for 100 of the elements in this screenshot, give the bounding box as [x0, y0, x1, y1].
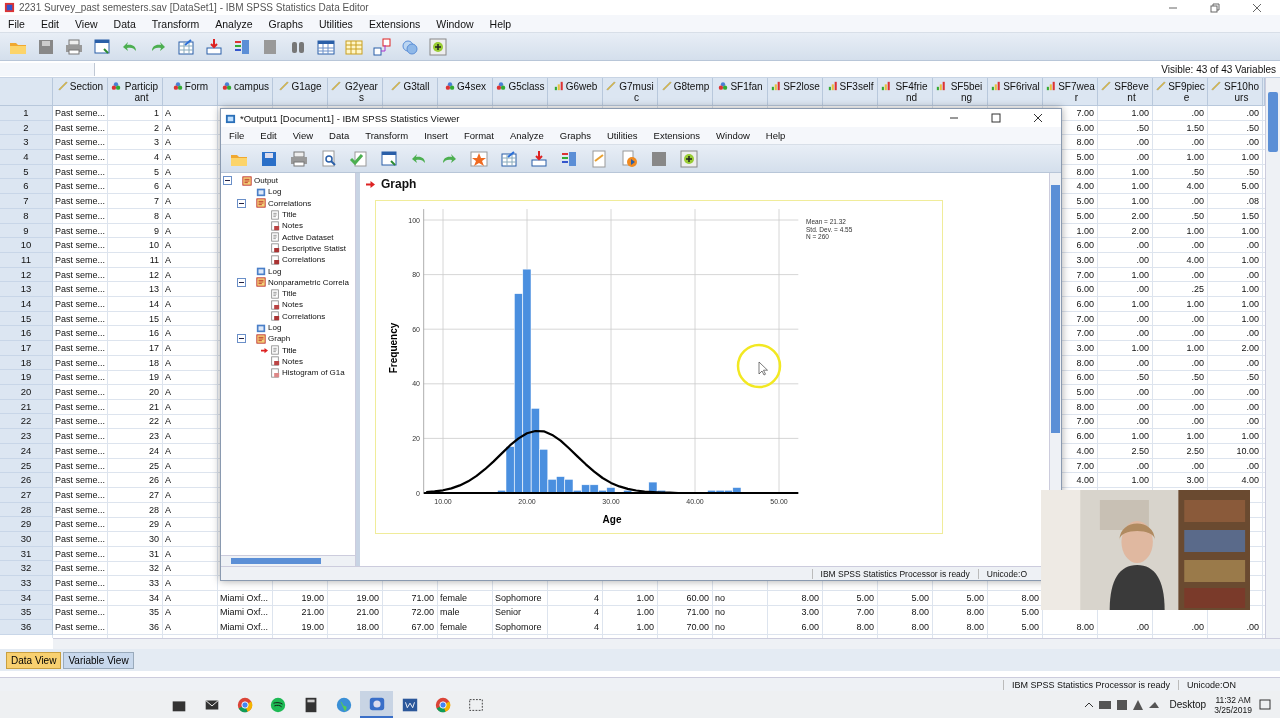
row-number[interactable]: 23	[0, 429, 53, 444]
menu-item[interactable]: Insert	[416, 130, 456, 141]
row-number[interactable]: 10	[0, 238, 53, 253]
play-icon[interactable]	[619, 148, 639, 169]
taskbar-chart-icon[interactable]	[360, 691, 393, 718]
column-header[interactable]: SF4friend	[878, 78, 933, 106]
tree-item[interactable]: Title	[282, 289, 297, 299]
column-header[interactable]: SF6rival	[988, 78, 1043, 106]
close-icon[interactable]	[1252, 2, 1262, 13]
menu-item[interactable]: Extensions	[645, 130, 709, 141]
value-labels-icon[interactable]	[372, 36, 392, 57]
row-number[interactable]: 22	[0, 414, 53, 430]
menu-item[interactable]: View	[284, 130, 322, 141]
column-header[interactable]: SF7wear	[1043, 78, 1098, 106]
row-number[interactable]: 6	[0, 179, 53, 195]
column-header[interactable]: G4sex	[438, 78, 493, 106]
close-icon[interactable]	[1033, 113, 1043, 123]
horizontal-scrollbar[interactable]	[221, 555, 355, 566]
tree-item[interactable]: Title	[282, 210, 297, 220]
row-number[interactable]: 7	[0, 194, 53, 209]
menu-item[interactable]: Window	[708, 130, 758, 141]
menu-item[interactable]: Analyze	[207, 17, 261, 30]
menu-item[interactable]: Graphs	[551, 130, 599, 141]
restore-icon[interactable]	[1210, 2, 1220, 13]
menu-item[interactable]: Help	[757, 130, 794, 141]
column-header[interactable]: SF8event	[1098, 78, 1153, 106]
column-header[interactable]: Participant	[108, 78, 163, 106]
row-number[interactable]: 19	[0, 370, 53, 386]
tree-item[interactable]: Correlations	[282, 311, 326, 321]
menu-item[interactable]: Edit	[252, 130, 285, 141]
tree-item[interactable]: Notes	[282, 356, 303, 366]
maximize-icon[interactable]	[991, 113, 1001, 123]
tree-item[interactable]: Descriptive Statist	[282, 243, 347, 253]
row-number[interactable]: 33	[0, 576, 53, 591]
check-icon[interactable]	[349, 148, 369, 169]
insert-row-icon[interactable]	[529, 148, 549, 169]
cell-name-field[interactable]	[0, 62, 95, 76]
tree-item[interactable]: Output	[254, 176, 278, 186]
column-header[interactable]: G1age	[273, 78, 328, 106]
menu-item[interactable]: Window	[428, 17, 482, 30]
tree-item[interactable]: Active Dataset	[282, 232, 334, 242]
notification-icon[interactable]	[1258, 697, 1272, 712]
plus-icon[interactable]	[428, 36, 448, 57]
dialog-icon[interactable]	[379, 148, 399, 169]
grid-arrow-icon[interactable]	[499, 148, 519, 169]
menu-item[interactable]: Data	[105, 17, 144, 30]
row-number[interactable]: 17	[0, 341, 53, 356]
column-header[interactable]: campus	[218, 78, 273, 106]
collapse-icon[interactable]	[223, 176, 232, 186]
column-header[interactable]: SF10hours	[1208, 78, 1263, 106]
tree-item[interactable]: Graph	[268, 334, 291, 344]
row-number[interactable]: 26	[0, 473, 53, 488]
collapse-icon[interactable]	[237, 277, 246, 287]
column-header[interactable]: G3tall	[383, 78, 438, 106]
column-header[interactable]: SF9piece	[1153, 78, 1208, 106]
menu-item[interactable]: Format	[455, 130, 502, 141]
collapse-icon[interactable]	[237, 334, 246, 344]
view-tab[interactable]: Variable View	[63, 651, 134, 669]
tree-item[interactable]: Log	[268, 266, 282, 276]
column-header[interactable]: G6web	[548, 78, 603, 106]
tree-item[interactable]: Histogram of G1a	[282, 368, 345, 378]
menu-item[interactable]: Edit	[32, 17, 67, 30]
plus-icon[interactable]	[679, 148, 699, 169]
menu-item[interactable]: File	[0, 17, 33, 30]
menu-item[interactable]: Transform	[357, 130, 417, 141]
row-number[interactable]: 32	[0, 561, 53, 576]
vertical-scrollbar[interactable]	[1265, 78, 1280, 638]
column-header[interactable]: Section	[53, 78, 108, 106]
row-number[interactable]: 3	[0, 135, 53, 151]
printer-icon[interactable]	[64, 36, 84, 57]
tree-item[interactable]: Log	[268, 323, 282, 332]
column-header[interactable]: Form	[163, 78, 218, 106]
tree-item[interactable]: Correlations	[268, 198, 312, 208]
column-header[interactable]: SF3self	[823, 78, 878, 106]
column-header[interactable]: G8temp	[658, 78, 713, 106]
row-number[interactable]: 29	[0, 517, 53, 532]
desktop-label[interactable]: Desktop	[1169, 699, 1207, 710]
view-tab[interactable]: Data View	[6, 651, 62, 669]
column-header[interactable]: SF2lose	[768, 78, 823, 106]
column-header[interactable]: SF1fan	[713, 78, 768, 106]
collapse-icon[interactable]	[237, 198, 246, 208]
column-header[interactable]: G2years	[328, 78, 383, 106]
row-number[interactable]: 35	[0, 605, 53, 621]
tree-item[interactable]: Title	[282, 345, 297, 355]
menu-item[interactable]: Analyze	[502, 130, 552, 141]
menu-item[interactable]: File	[221, 130, 253, 141]
menu-item[interactable]: Transform	[143, 17, 208, 30]
menu-item[interactable]: Utilities	[311, 17, 361, 30]
row-number[interactable]: 4	[0, 150, 53, 165]
insert-row-icon[interactable]	[204, 36, 224, 57]
grid-arrow-icon[interactable]	[176, 36, 196, 57]
row-number[interactable]: 13	[0, 282, 53, 297]
document-icon[interactable]	[589, 148, 609, 169]
tree-item[interactable]: Notes	[282, 221, 303, 231]
row-number[interactable]: 20	[0, 385, 53, 400]
tree-item[interactable]: Nonparametric Correla	[268, 277, 349, 287]
menu-item[interactable]: View	[67, 17, 106, 30]
printer-icon[interactable]	[289, 148, 309, 169]
menu-item[interactable]: Extensions	[360, 17, 429, 30]
horizontal-scrollbar[interactable]	[53, 638, 1280, 649]
